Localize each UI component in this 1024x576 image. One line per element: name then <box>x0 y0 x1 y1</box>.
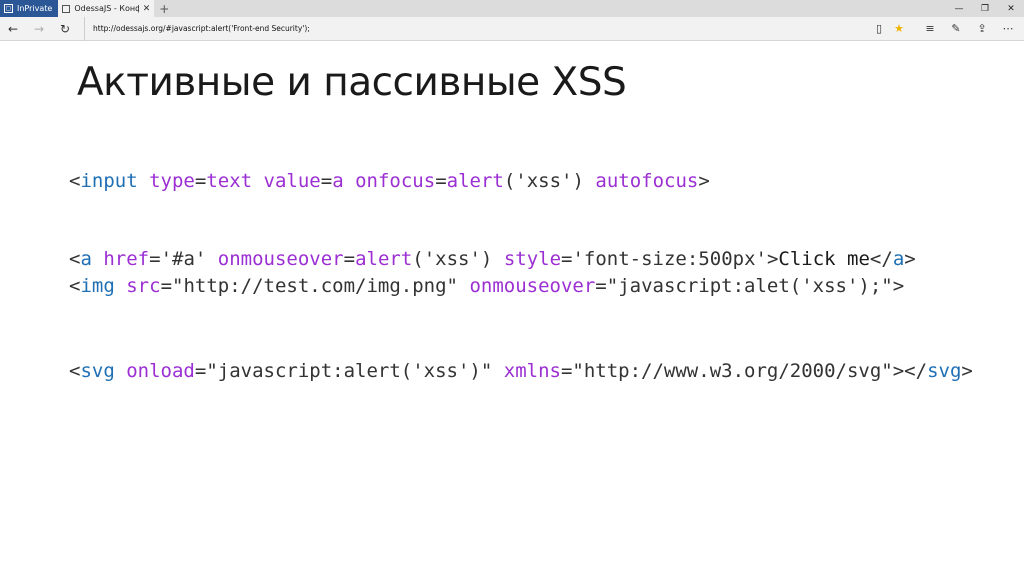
code-line-svg: <svg onload="javascript:alert('xss')" xm… <box>69 360 973 382</box>
address-bar[interactable]: http://odessajs.org/#javascript:alert('F… <box>84 16 870 41</box>
inprivate-icon: ▢ <box>4 4 13 13</box>
titlebar-drag-area <box>174 0 946 17</box>
inprivate-badge: ▢ InPrivate <box>0 0 59 17</box>
favorite-star-icon[interactable]: ★ <box>890 22 908 35</box>
inprivate-label: InPrivate <box>17 4 53 13</box>
refresh-button[interactable]: ↻ <box>52 17 78 41</box>
slide-title: Активные и пассивные XSS <box>77 60 627 105</box>
browser-titlebar: ▢ InPrivate OdessaJS - Конференци ✕ + — … <box>0 0 1024 17</box>
arrow-right-icon: → <box>33 21 45 36</box>
hub-icon[interactable]: ≡ <box>918 22 942 35</box>
more-icon[interactable]: ⋯ <box>996 22 1020 35</box>
reading-view-icon[interactable]: ▯ <box>870 22 888 35</box>
code-line-input: <input type=text value=a onfocus=alert('… <box>69 170 710 192</box>
code-line-img: <img src="http://test.com/img.png" onmou… <box>69 275 905 297</box>
page-favicon-icon <box>62 4 71 13</box>
minimize-button[interactable]: — <box>946 0 972 17</box>
code-line-anchor: <a href='#a' onmouseover=alert('xss') st… <box>69 248 916 270</box>
restore-button[interactable]: ❐ <box>972 0 998 17</box>
new-tab-button[interactable]: + <box>154 0 174 17</box>
web-note-icon[interactable]: ✎ <box>944 22 968 35</box>
refresh-icon: ↻ <box>59 21 71 36</box>
arrow-left-icon: ← <box>7 21 19 36</box>
tab-close-icon[interactable]: ✕ <box>143 4 151 14</box>
back-button[interactable]: ← <box>0 17 26 41</box>
close-window-button[interactable]: ✕ <box>998 0 1024 17</box>
browser-tab[interactable]: OdessaJS - Конференци ✕ <box>58 0 155 17</box>
tab-title: OdessaJS - Конференци <box>74 4 139 13</box>
forward-button[interactable]: → <box>26 17 52 41</box>
browser-navbar: ← → ↻ http://odessajs.org/#javascript:al… <box>0 16 1024 41</box>
share-icon[interactable]: ⇪ <box>970 22 994 35</box>
